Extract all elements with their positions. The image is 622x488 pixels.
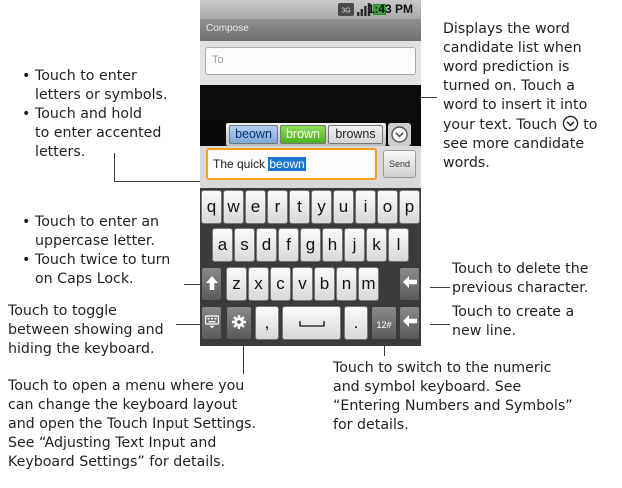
gear-icon — [232, 315, 246, 329]
hide-keyboard-callout: Touch to toggle between showing and hidi… — [8, 303, 164, 357]
letters-callout: Touch to enter letters or symbols. Touch… — [22, 67, 202, 162]
key-comma[interactable]: , — [255, 306, 279, 340]
candidate-word-1[interactable]: beown — [229, 125, 278, 144]
numeric-key-label: 12# — [376, 320, 392, 330]
network-3g-icon: 3G — [338, 3, 354, 16]
key-d[interactable]: d — [256, 228, 277, 262]
space-key[interactable] — [282, 306, 341, 340]
letters-leader-h — [114, 181, 207, 183]
key-t[interactable]: t — [289, 190, 310, 224]
key-a[interactable]: a — [212, 228, 233, 262]
message-selected-word: beown — [268, 157, 306, 171]
keyboard: q w e r t y u i o p a s d f g h j k l z … — [200, 188, 421, 346]
key-y[interactable]: y — [311, 190, 332, 224]
enter-leader — [430, 324, 450, 326]
key-p[interactable]: p — [399, 190, 420, 224]
letters-leader-v — [114, 153, 116, 181]
candidate-list-callout: Displays the word candidate list when wo… — [443, 21, 598, 171]
letters-bullet-1: Touch to enter letters or symbols. — [22, 67, 202, 105]
key-h[interactable]: h — [322, 228, 343, 262]
key-w[interactable]: w — [223, 190, 244, 224]
key-q[interactable]: q — [201, 190, 222, 224]
enter-callout: Touch to create a new line. — [452, 304, 575, 339]
key-n[interactable]: n — [336, 267, 357, 301]
title-bar: Compose — [200, 19, 421, 41]
send-button[interactable]: Send — [383, 150, 416, 178]
return-arrow-icon — [402, 315, 417, 327]
title-label: Compose — [206, 23, 249, 34]
up-arrow-icon — [205, 276, 218, 290]
compose-row: The quick beown Send — [200, 146, 421, 188]
key-l[interactable]: l — [388, 228, 409, 262]
keyboard-icon — [204, 315, 219, 329]
recipient-area: To — [200, 41, 421, 85]
key-r[interactable]: r — [267, 190, 288, 224]
key-k[interactable]: k — [366, 228, 387, 262]
space-bar-icon — [298, 321, 325, 327]
message-field[interactable]: The quick beown — [206, 148, 377, 180]
key-z[interactable]: z — [226, 267, 247, 301]
left-arrow-icon — [402, 276, 417, 288]
key-period[interactable]: . — [344, 306, 368, 340]
message-text: The quick — [213, 157, 269, 171]
key-b[interactable]: b — [314, 267, 335, 301]
menu-callout: Touch to open a menu where you can chang… — [8, 378, 257, 470]
delete-leader — [430, 287, 450, 289]
key-e[interactable]: e — [245, 190, 266, 224]
key-s[interactable]: s — [234, 228, 255, 262]
candidate-word-3[interactable]: browns — [328, 125, 383, 144]
status-time: 1:43 PM — [367, 2, 413, 16]
shift-callout: Touch to enter an uppercase letter. Touc… — [22, 213, 202, 289]
letters-bullet-2: Touch and hold to enter accented letters… — [22, 105, 202, 162]
key-m[interactable]: m — [358, 267, 379, 301]
candidate-list: beown brown browns — [226, 123, 386, 146]
recipient-field[interactable]: To — [205, 47, 416, 75]
key-u[interactable]: u — [333, 190, 354, 224]
key-c[interactable]: c — [270, 267, 291, 301]
recipient-placeholder: To — [212, 54, 224, 66]
candidate-word-2[interactable]: brown — [280, 125, 326, 144]
svg-text:3G: 3G — [341, 8, 350, 15]
numeric-callout: Touch to switch to the numeric and symbo… — [333, 360, 573, 433]
enter-key[interactable] — [399, 306, 420, 340]
menu-leader — [243, 344, 245, 374]
key-f[interactable]: f — [278, 228, 299, 262]
key-x[interactable]: x — [248, 267, 269, 301]
numeric-key[interactable]: 12# — [371, 306, 397, 340]
hide-keyboard-key[interactable] — [201, 306, 222, 340]
key-i[interactable]: i — [355, 190, 376, 224]
key-v[interactable]: v — [292, 267, 313, 301]
circle-chevron-down-icon — [562, 115, 578, 132]
shift-key[interactable] — [201, 267, 222, 301]
key-g[interactable]: g — [300, 228, 321, 262]
key-j[interactable]: j — [344, 228, 365, 262]
delete-callout: Touch to delete the previous character. — [452, 261, 589, 296]
settings-key[interactable] — [226, 306, 252, 340]
phone-screen: 3G 1:43 PM Compose To beown brown browns — [200, 0, 421, 346]
key-o[interactable]: o — [377, 190, 398, 224]
shift-bullet-2: Touch twice to turn on Caps Lock. — [22, 251, 202, 289]
message-area — [200, 85, 421, 125]
delete-key[interactable] — [399, 267, 420, 301]
status-bar: 3G 1:43 PM — [200, 0, 421, 19]
shift-bullet-1: Touch to enter an uppercase letter. — [22, 213, 202, 251]
more-candidates-button[interactable] — [388, 123, 411, 146]
